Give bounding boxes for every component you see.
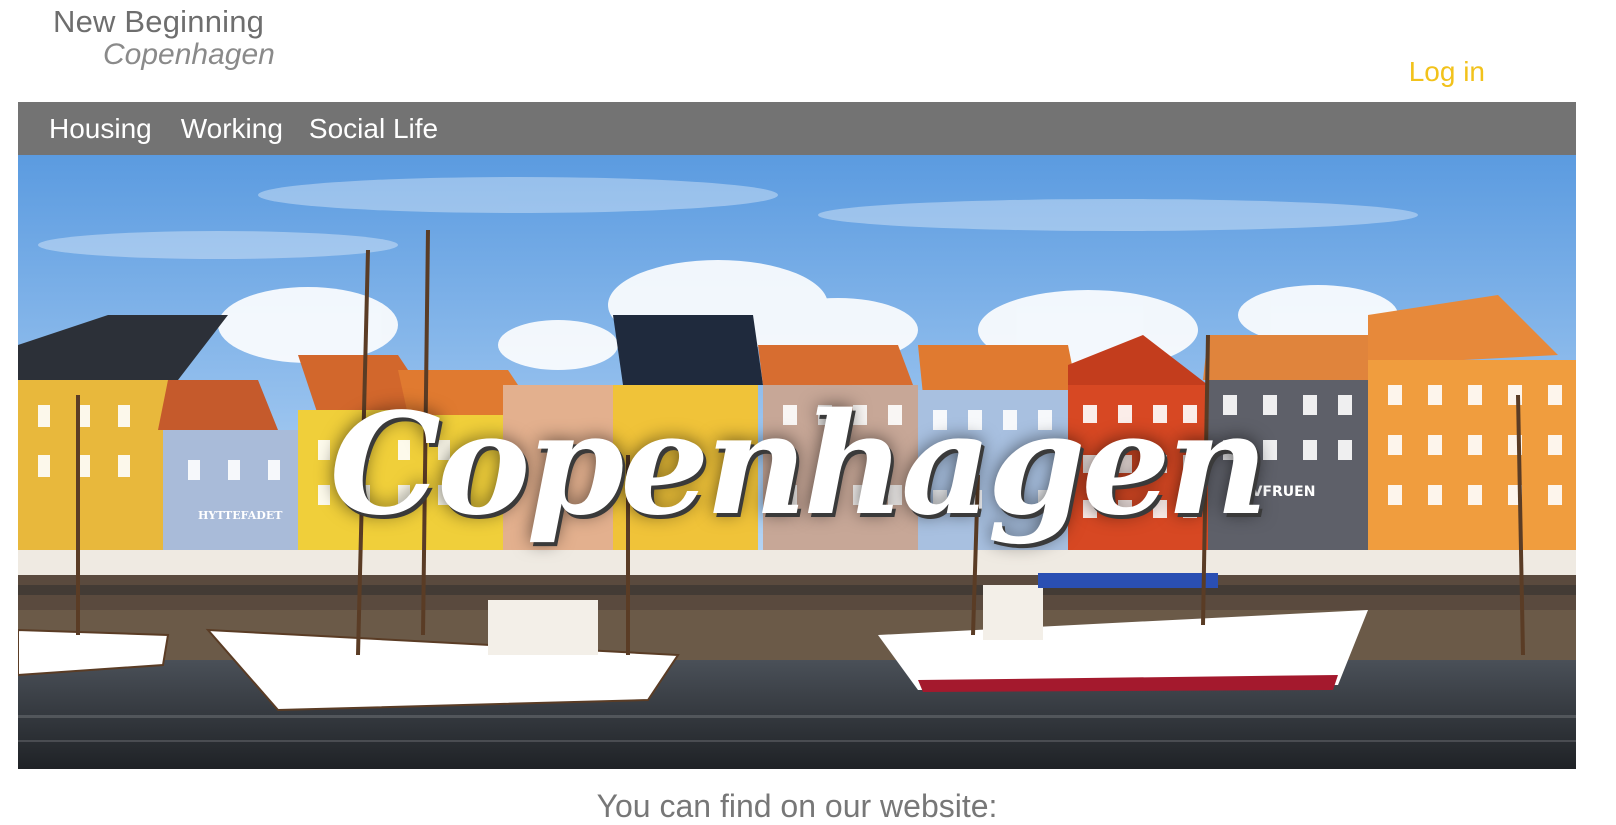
nav-item-social-life[interactable]: Social Life [309,113,438,145]
section-intro-text: You can find on our website: [596,788,998,824]
nav-item-working[interactable]: Working [181,113,283,145]
main-nav: Housing Working Social Life [18,102,1576,155]
hero-banner: HYTTEFADET HAVFRUEN Copenhagen [18,155,1576,769]
site-logo[interactable]: New Beginning Copenhagen [53,4,275,72]
login-link[interactable]: Log in [1409,56,1485,88]
logo-subtitle: Copenhagen [103,38,275,71]
logo-title: New Beginning [53,4,265,39]
hero-title: Copenhagen [329,383,1269,547]
nav-item-housing[interactable]: Housing [49,113,152,145]
